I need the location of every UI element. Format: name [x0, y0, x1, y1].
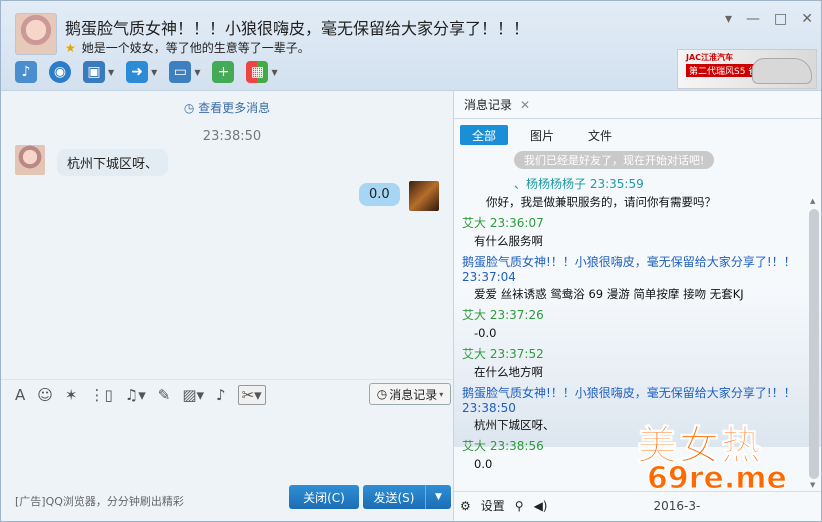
chat-panel: ◷ 查看更多消息 23:38:50 杭州下城区呀、 0.0 A ☺ ✶ ⋮▯ ♫…	[1, 91, 453, 521]
menu-caret-icon[interactable]: ▾	[725, 11, 732, 27]
send-options-icon[interactable]: ▼	[425, 485, 451, 509]
settings-label[interactable]: 设置	[481, 497, 505, 514]
friend-avatar[interactable]	[15, 145, 45, 175]
entry-header: 艾大 23:38:56	[462, 439, 544, 453]
message-input[interactable]	[1, 409, 453, 483]
scroll-down-icon[interactable]: ▼	[810, 481, 815, 489]
filter-all[interactable]: 全部	[460, 125, 509, 145]
ad-brand: JAC江淮汽车	[686, 53, 734, 62]
edit-icon[interactable]: ✎	[158, 386, 171, 404]
chevron-down-icon: ▾	[439, 389, 444, 399]
entry-header: 、杨杨杨杨子 23:35:59	[514, 177, 644, 191]
chevron-down-icon[interactable]: ▼	[194, 68, 200, 77]
my-message-bubble: 0.0	[359, 183, 400, 206]
list-item: 艾大 23:36:07 有什么服务啊	[462, 214, 800, 249]
entry-message: 0.0	[474, 457, 493, 471]
video-icon[interactable]: ◉	[49, 61, 71, 83]
entry-header: 艾大 23:37:26	[462, 308, 544, 322]
shake-icon[interactable]: ⋮▯	[89, 386, 112, 404]
history-button[interactable]: ◷ 消息记录 ▾	[369, 383, 451, 405]
gear-icon[interactable]: ⚙	[460, 499, 471, 513]
close-tab-icon[interactable]: ✕	[520, 98, 530, 112]
send-button[interactable]: 发送(S) ▼	[363, 485, 451, 509]
friend-message-bubble: 杭州下城区呀、	[57, 149, 169, 176]
chat-window: 鹅蛋脸气质女神！！！小狼很嗨皮，毫无保留给大家分享了！！！ ★ 她是一个妓女，等了…	[0, 0, 822, 522]
file-transfer-icon[interactable]: ➜	[126, 61, 149, 83]
entry-header: 艾大 23:36:07	[462, 216, 544, 230]
message-timestamp: 23:38:50	[202, 129, 262, 144]
entry-message: 杭州下城区呀、	[474, 418, 555, 432]
voice-message-icon[interactable]: ♫▾	[125, 386, 146, 404]
chat-toolbar: ♪ ◉ ▣ ▼ ➜ ▼ ▭ ▼ + ▦ ▼	[15, 61, 278, 83]
list-item: 鹅蛋脸气质女神!！！小狼很嗨皮，毫无保留给大家分享了!！！ 23:38:50 杭…	[462, 384, 800, 433]
emoji-icon[interactable]: ☺	[37, 386, 53, 404]
list-item: 艾大 23:38:56 0.0	[462, 437, 800, 472]
minimize-icon[interactable]: —	[746, 11, 760, 27]
entry-message: 在什么地方啊	[474, 365, 543, 379]
history-filters: 全部 图片 文件	[460, 125, 624, 145]
list-item: 、杨杨杨杨子 23:35:59 你好，我是做兼职服务的，请问你有需要吗？	[462, 175, 800, 210]
my-avatar[interactable]	[409, 181, 439, 211]
footer-ad[interactable]: [广告]QQ浏览器，分分钟刷出精彩	[15, 493, 184, 509]
entry-message: 有什么服务啊	[474, 234, 543, 248]
close-button[interactable]: 关闭(C)	[289, 485, 359, 509]
chevron-down-icon[interactable]: ▼	[271, 68, 277, 77]
contact-avatar[interactable]	[15, 13, 57, 55]
scrollbar[interactable]: ▲ ▼	[809, 197, 819, 489]
screen-share-icon[interactable]: ▣	[83, 61, 105, 83]
filter-images[interactable]: 图片	[518, 125, 566, 145]
ad-banner[interactable]: JAC江淮汽车 第二代瑞风S5 省首万元超值	[677, 49, 817, 89]
car-image	[752, 58, 812, 84]
tab-history[interactable]: 消息记录 ✕	[454, 91, 821, 119]
maximize-icon[interactable]: □	[774, 11, 787, 27]
speaker-icon[interactable]: ◀)	[534, 499, 548, 513]
music-icon[interactable]: ♪	[216, 386, 226, 404]
window-controls: ▾ — □ ✕	[725, 11, 813, 27]
add-app-icon[interactable]: +	[212, 61, 235, 83]
entry-header: 艾大 23:37:52	[462, 347, 544, 361]
entry-header: 鹅蛋脸气质女神!！！小狼很嗨皮，毫无保留给大家分享了!！！ 23:37:04	[462, 255, 796, 284]
more-messages-link[interactable]: ◷ 查看更多消息	[1, 99, 453, 116]
contact-signature: ★ 她是一个妓女，等了他的生意等了一辈子。	[65, 39, 310, 56]
font-icon[interactable]: A	[15, 386, 25, 404]
list-item: 艾大 23:37:26 -0.0	[462, 306, 800, 341]
contact-name: 鹅蛋脸气质女神！！！小狼很嗨皮，毫无保留给大家分享了！！！	[65, 19, 530, 38]
image-icon[interactable]: ▨▾	[182, 386, 204, 404]
entry-message: 爱爱 丝袜诱惑 鸳鸯浴 69 漫游 简单按摩 接吻 无套KJ	[474, 287, 744, 301]
microphone-icon[interactable]: ♪	[15, 61, 37, 83]
close-icon[interactable]: ✕	[801, 11, 813, 27]
search-icon[interactable]: ⚲	[515, 499, 524, 513]
list-item: 鹅蛋脸气质女神!！！小狼很嗨皮，毫无保留给大家分享了!！！ 23:37:04 爱…	[462, 253, 800, 302]
header: 鹅蛋脸气质女神！！！小狼很嗨皮，毫无保留给大家分享了！！！ ★ 她是一个妓女，等了…	[1, 1, 821, 91]
history-date[interactable]: 2016-3-	[654, 499, 701, 513]
entry-header: 鹅蛋脸气质女神!！！小狼很嗨皮，毫无保留给大家分享了!！！ 23:38:50	[462, 386, 796, 415]
clock-icon: ◷	[376, 387, 388, 401]
history-footer: ⚙ 设置 ⚲ ◀) 2016-3-	[454, 491, 821, 519]
star-icon: ★	[65, 41, 76, 55]
history-log: 、杨杨杨杨子 23:35:59 你好，我是做兼职服务的，请问你有需要吗？ 艾大 …	[462, 175, 800, 476]
entry-message: 你好，我是做兼职服务的，请问你有需要吗？	[486, 195, 716, 209]
chevron-down-icon[interactable]: ▼	[108, 68, 114, 77]
system-note: 我们已经是好友了，现在开始对话吧!	[514, 151, 715, 169]
remote-desktop-icon[interactable]: ▭	[169, 61, 192, 83]
scroll-up-icon[interactable]: ▲	[810, 197, 815, 205]
filter-files[interactable]: 文件	[576, 125, 624, 145]
screenshot-icon[interactable]: ✂▾	[237, 384, 266, 405]
poke-icon[interactable]: ✶	[65, 386, 78, 404]
list-item: 艾大 23:37:52 在什么地方啊	[462, 345, 800, 380]
apps-grid-icon[interactable]: ▦	[246, 61, 269, 83]
scroll-thumb[interactable]	[809, 209, 819, 479]
send-label: 发送(S)	[373, 490, 415, 505]
entry-message: -0.0	[474, 326, 497, 340]
history-panel: 消息记录 ✕ 全部 图片 文件 我们已经是好友了，现在开始对话吧! 、杨杨杨杨子 …	[453, 91, 821, 521]
chevron-down-icon[interactable]: ▼	[151, 68, 157, 77]
signature-text: 她是一个妓女，等了他的生意等了一辈子。	[81, 41, 310, 55]
